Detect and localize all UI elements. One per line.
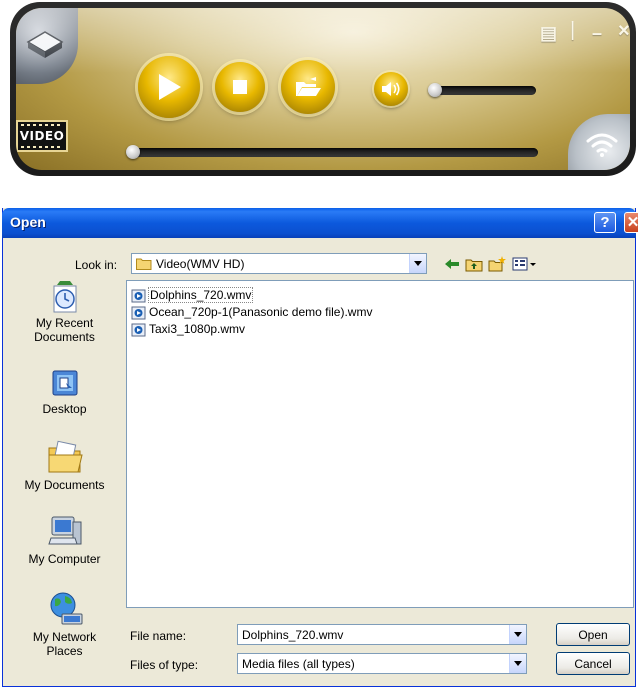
speaker-icon [382,82,400,96]
volume-slider-track[interactable] [430,86,536,95]
desktop-icon [52,370,77,396]
player-body: ▤ | – × VIDEO [16,8,630,170]
volume-slider-knob[interactable] [428,83,442,97]
place-my-documents[interactable]: My Documents [11,440,118,492]
file-name: Ocean_720p-1(Panasonic demo file).wmv [149,305,373,319]
video-badge: VIDEO [16,120,68,152]
up-folder-icon[interactable] [465,255,483,273]
stop-button[interactable] [215,62,265,112]
file-item-taxi3[interactable]: Taxi3_1080p.wmv [131,321,245,337]
seek-slider-track[interactable] [126,148,538,157]
views-menu-icon[interactable] [512,255,538,273]
folder-icon [136,258,152,270]
look-in-value: Video(WMV HD) [156,256,245,271]
close-player-button[interactable]: × [618,21,630,41]
volume-button[interactable] [374,72,408,106]
place-desktop[interactable]: Desktop [11,368,118,416]
file-type-dropdown[interactable]: Media files (all types) [237,653,527,674]
video-badge-label: VIDEO [19,129,65,143]
playlist-button[interactable]: ▤ [540,24,557,42]
place-label: My Network Places [32,630,97,658]
media-player: ▤ | – × VIDEO [10,2,636,176]
title-divider: | [570,19,576,41]
media-file-icon [131,306,146,319]
chevron-down-icon[interactable] [409,254,426,273]
media-file-icon [131,289,146,302]
close-dialog-button[interactable]: ✕ [624,212,638,233]
help-button[interactable]: ? [594,212,616,233]
network-places-icon [50,592,82,625]
dialog-title-bar[interactable]: Open ? ✕ [2,208,638,238]
look-in-label: Look in: [75,258,118,272]
open-folder-icon [296,77,321,96]
place-label: My Documents [24,478,105,492]
streaming-button[interactable] [568,114,630,170]
chevron-down-icon[interactable] [509,625,526,644]
cancel-button[interactable]: Cancel [556,652,630,675]
back-icon[interactable] [443,255,461,273]
seek-slider-knob[interactable] [126,145,140,159]
media-file-icon [131,323,146,336]
file-name: Taxi3_1080p.wmv [149,322,246,336]
file-type-label: Files of type: [130,658,199,672]
file-type-value: Media files (all types) [242,656,355,671]
look-in-dropdown[interactable]: Video(WMV HD) [131,253,427,274]
file-name-input[interactable]: Dolphins_720.wmv [237,624,527,645]
file-name: Dolphins_720.wmv [147,287,254,303]
file-item-dolphins[interactable]: Dolphins_720.wmv [131,287,254,303]
file-name-label: File name: [130,629,187,643]
file-name-value: Dolphins_720.wmv [242,627,344,642]
place-label: Desktop [42,402,87,416]
chevron-down-icon[interactable] [509,654,526,673]
file-item-ocean[interactable]: Ocean_720p-1(Panasonic demo file).wmv [131,304,372,320]
minimize-button[interactable]: – [592,24,602,42]
places-bar: My Recent Documents Desktop My Documents [11,278,118,684]
open-button[interactable]: Open [556,623,630,646]
stop-icon [233,80,247,94]
open-file-button[interactable] [281,60,335,114]
place-label: My Recent Documents [34,316,95,344]
place-my-recent-documents[interactable]: My Recent Documents [11,280,118,344]
play-icon [159,74,181,100]
place-my-network-places[interactable]: My Network Places [11,590,118,658]
new-folder-icon[interactable] [488,255,506,273]
file-list[interactable]: Dolphins_720.wmv Ocean_720p-1(Panasonic … [126,280,634,608]
recent-documents-icon [53,281,76,313]
eject-logo-button[interactable] [16,8,78,84]
my-computer-icon [47,516,81,545]
dialog-title: Open [10,214,46,230]
eject-icon [26,31,64,58]
wifi-icon [586,133,618,157]
place-my-computer[interactable]: My Computer [11,514,118,566]
play-button[interactable] [138,56,200,118]
my-documents-icon [48,440,83,473]
place-label: My Computer [28,552,101,566]
open-dialog: Open ? ✕ Look in: Video(WMV HD) My Recen… [2,208,638,687]
